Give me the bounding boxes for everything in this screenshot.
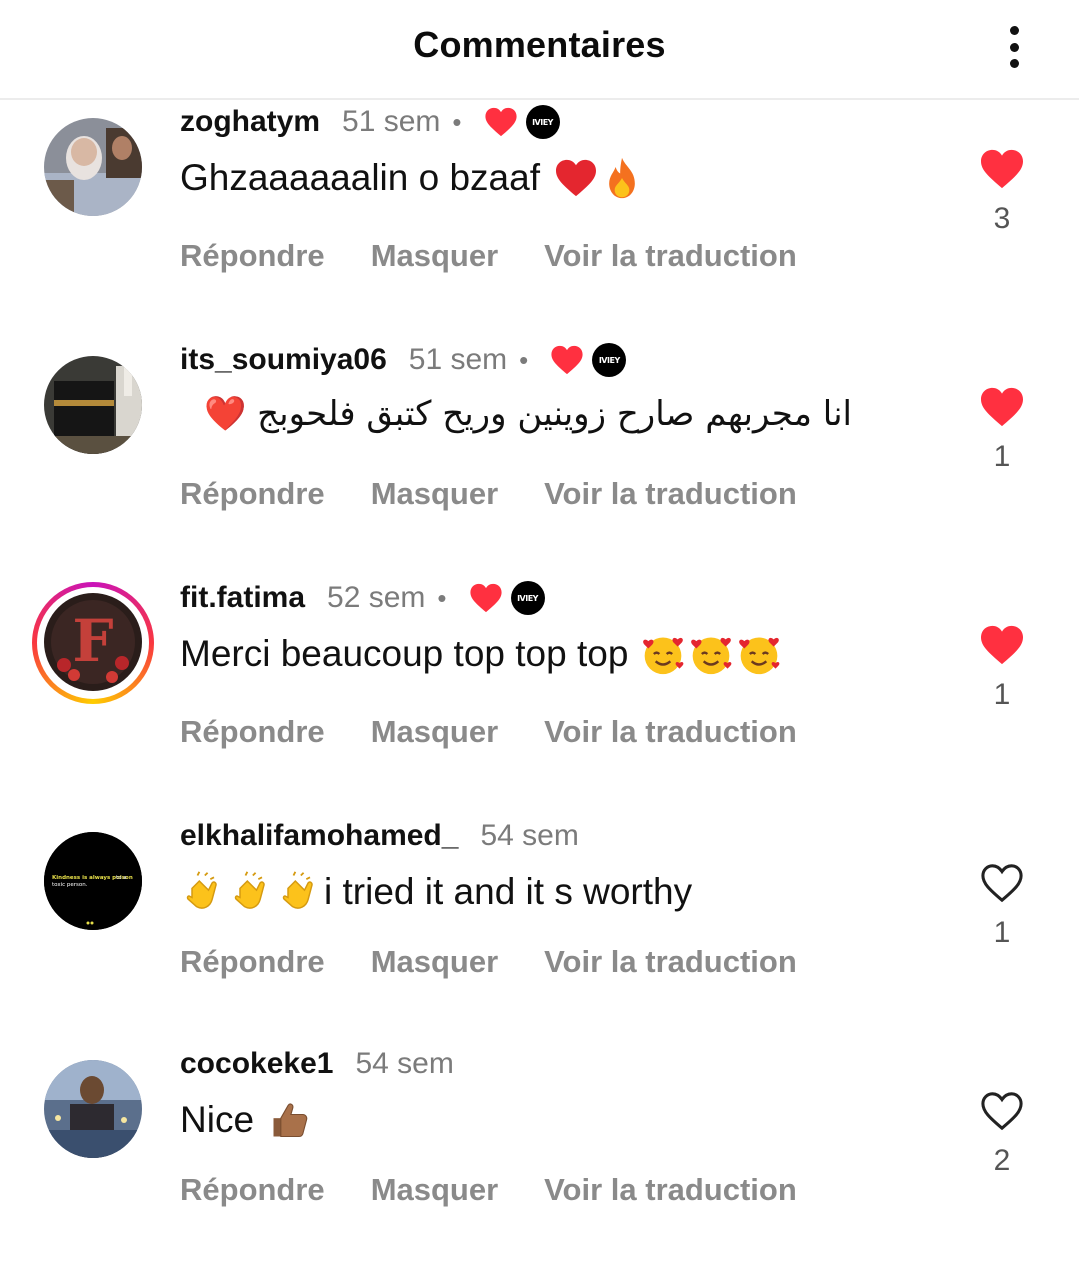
reply-button[interactable]: Répondre: [180, 944, 325, 980]
comment-meta: cocokeke1 54 sem: [180, 1044, 454, 1084]
username[interactable]: its_soumiya06: [180, 343, 387, 377]
avatar[interactable]: [44, 1060, 142, 1158]
smiling-face-with-hearts-emoji-icon: [640, 632, 686, 676]
comment-item: Kindness is always poison to a toxic per…: [0, 819, 1079, 1032]
comment-body: Nice: [180, 1099, 255, 1140]
svg-text:toxic person.: toxic person.: [52, 882, 88, 888]
creator-avatar-badge: IVIEY: [525, 105, 560, 139]
separator-dot: •: [519, 344, 529, 375]
clapping-hands-emoji-icon: [276, 870, 322, 914]
comment-body: Merci beaucoup top top top: [180, 633, 629, 674]
like-count: 1: [993, 678, 1011, 711]
comment-meta: fit.fatima 52 sem • IVIEY: [180, 578, 545, 618]
separator-dot: •: [437, 582, 447, 613]
like-column: 1: [972, 624, 1032, 712]
comment-text: Ghzaaaaaalin o bzaaf: [180, 156, 642, 200]
clapping-hands-emoji-icon: [180, 870, 226, 914]
see-translation-button[interactable]: Voir la traduction: [544, 1172, 797, 1208]
creator-liked-heart-icon: [469, 582, 503, 614]
see-translation-button[interactable]: Voir la traduction: [544, 238, 797, 274]
see-translation-button[interactable]: Voir la traduction: [544, 476, 797, 512]
comment-actions: Répondre Masquer Voir la traduction: [180, 238, 843, 274]
separator-dot: •: [452, 106, 462, 137]
comment-actions: Répondre Masquer Voir la traduction: [180, 476, 843, 512]
avatar[interactable]: [44, 356, 142, 454]
creator-avatar-badge: IVIEY: [510, 581, 545, 615]
username[interactable]: elkhalifamohamed_: [180, 819, 458, 853]
like-heart-outline-icon[interactable]: [979, 862, 1025, 904]
comment-body: Ghzaaaaaalin o bzaaf: [180, 157, 540, 198]
avatar[interactable]: F: [44, 593, 142, 691]
like-column: 3: [972, 148, 1032, 236]
reply-button[interactable]: Répondre: [180, 238, 325, 274]
comment-actions: Répondre Masquer Voir la traduction: [180, 1172, 843, 1208]
like-heart-outline-icon[interactable]: [979, 1090, 1025, 1132]
smiling-face-with-hearts-emoji-icon: [736, 632, 782, 676]
comment-text: Merci beaucoup top top top: [180, 632, 782, 676]
like-heart-filled-icon[interactable]: [979, 624, 1025, 666]
like-count: 1: [993, 440, 1011, 473]
like-count: 2: [993, 1144, 1011, 1177]
comment-text: انا مجربهم صارح زوينين وريح كتبق فلحوبج …: [180, 394, 852, 434]
page-title: Commentaires: [413, 24, 666, 65]
hide-button[interactable]: Masquer: [371, 714, 498, 750]
comment-item: its_soumiya06 51 sem • IVIEY انا مجربهم …: [0, 343, 1079, 556]
smiling-face-with-hearts-emoji-icon: [688, 632, 734, 676]
comments-header: Commentaires: [0, 0, 1079, 100]
comment-meta: elkhalifamohamed_ 54 sem: [180, 816, 579, 856]
hide-button[interactable]: Masquer: [371, 1172, 498, 1208]
avatar[interactable]: Kindness is always poison to a toxic per…: [44, 832, 142, 930]
hide-button[interactable]: Masquer: [371, 476, 498, 512]
comment-meta: zoghatym 51 sem • IVIEY: [180, 102, 560, 142]
comment-time: 51 sem: [342, 105, 441, 138]
like-count: 3: [993, 202, 1011, 235]
clapping-hands-emoji-icon: [228, 870, 274, 914]
see-translation-button[interactable]: Voir la traduction: [544, 944, 797, 980]
comment-body: انا مجربهم صارح زوينين وريح كتبق فلحوبج …: [204, 394, 852, 434]
creator-liked-heart-icon: [550, 344, 584, 376]
avatar[interactable]: [44, 118, 142, 216]
like-count: 1: [993, 916, 1011, 949]
hide-button[interactable]: Masquer: [371, 944, 498, 980]
comment-item: cocokeke1 54 sem Nice Répondre Masquer V…: [0, 1047, 1079, 1260]
fire-emoji-icon: [602, 156, 642, 200]
red-heart-emoji-icon: [554, 158, 598, 198]
comment-text: Nice: [180, 1098, 312, 1142]
reply-button[interactable]: Répondre: [180, 1172, 325, 1208]
see-translation-button[interactable]: Voir la traduction: [544, 714, 797, 750]
username[interactable]: zoghatym: [180, 105, 320, 139]
comment-item: F fit.fatima 52 sem • IVIEY Merci beauco…: [0, 581, 1079, 794]
creator-avatar-badge: IVIEY: [592, 343, 627, 377]
comment-actions: Répondre Masquer Voir la traduction: [180, 944, 843, 980]
comment-time: 51 sem: [408, 343, 508, 376]
comment-body: i tried it and it s worthy: [324, 871, 693, 912]
reply-button[interactable]: Répondre: [180, 714, 325, 750]
comment-text: i tried it and it s worthy: [180, 870, 692, 914]
comment-actions: Répondre Masquer Voir la traduction: [180, 714, 843, 750]
comment-item: zoghatym 51 sem • IVIEY Ghzaaaaaalin o b…: [0, 105, 1079, 318]
like-heart-filled-icon[interactable]: [979, 148, 1025, 190]
like-column: 1: [972, 862, 1032, 950]
comment-meta: its_soumiya06 51 sem • IVIEY: [180, 340, 627, 380]
like-heart-filled-icon[interactable]: [979, 386, 1025, 428]
hide-button[interactable]: Masquer: [371, 238, 498, 274]
like-column: 1: [972, 386, 1032, 474]
username[interactable]: cocokeke1: [180, 1047, 333, 1081]
svg-text:F: F: [72, 607, 113, 675]
svg-text:to a: to a: [116, 875, 127, 881]
like-column: 2: [972, 1090, 1032, 1178]
creator-liked-heart-icon: [484, 106, 518, 138]
comment-time: 54 sem: [355, 1047, 454, 1080]
thumbs-up-emoji-icon: [268, 1098, 312, 1142]
username[interactable]: fit.fatima: [180, 581, 305, 615]
comment-time: 54 sem: [480, 819, 579, 852]
comment-time: 52 sem: [327, 581, 426, 614]
reply-button[interactable]: Répondre: [180, 476, 325, 512]
more-options-icon[interactable]: [994, 22, 1034, 72]
